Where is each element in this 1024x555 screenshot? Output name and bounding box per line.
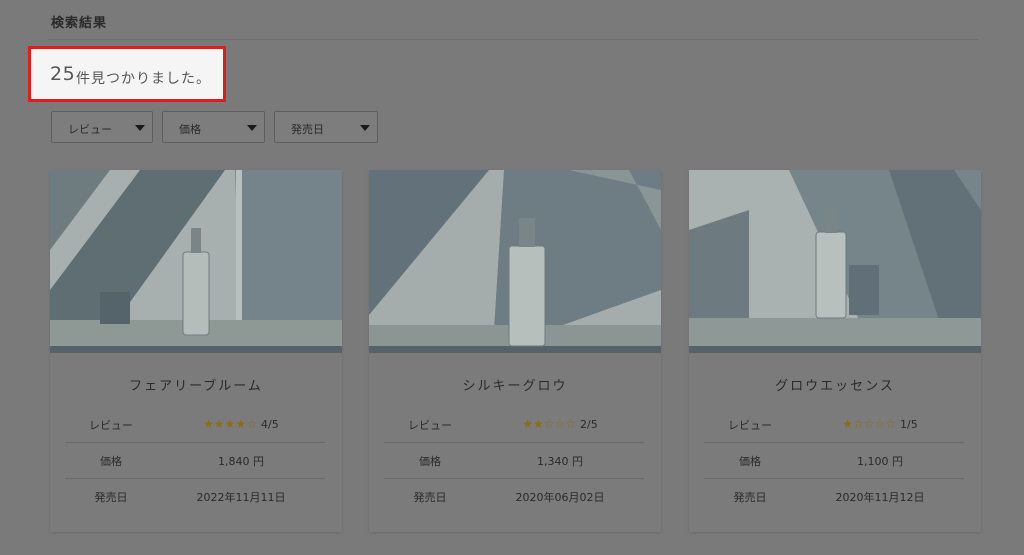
product-card[interactable]: グロウエッセンス レビュー ★☆☆☆☆ 1/5 価格 1,100 円 発売日 20…	[689, 170, 981, 532]
chevron-down-icon	[360, 125, 370, 131]
filter-review-dropdown[interactable]: レビュー	[51, 111, 153, 143]
spec-label: 価格	[100, 455, 122, 468]
filter-release-label: 発売日	[291, 123, 324, 136]
heading-divider	[48, 39, 978, 40]
result-count-box: 25 件見つかりました。	[28, 46, 226, 102]
star-rating-icon: ★★★★☆	[203, 417, 258, 431]
rating-text: 4/5	[261, 418, 279, 431]
spec-row-price: 価格 1,100 円	[704, 442, 964, 478]
price-value: 1,840 円	[218, 455, 264, 468]
product-image[interactable]	[689, 170, 981, 353]
chevron-down-icon	[135, 125, 145, 131]
spec-label: 発売日	[413, 491, 447, 504]
star-rating-icon: ★☆☆☆☆	[842, 417, 897, 431]
price-value: 1,100 円	[857, 455, 903, 468]
rating-value: ★☆☆☆☆ 1/5	[796, 417, 964, 431]
rating-value: ★★☆☆☆ 2/5	[476, 417, 644, 431]
chevron-down-icon	[247, 125, 257, 131]
result-count-text: 件見つかりました。	[76, 71, 211, 87]
spec-row-price: 価格 1,840 円	[65, 442, 325, 478]
rating-value: ★★★★☆ 4/5	[157, 417, 325, 431]
spec-label: 価格	[419, 455, 441, 468]
filter-review-label: レビュー	[68, 123, 112, 136]
product-image[interactable]	[50, 170, 342, 353]
spec-label: 発売日	[94, 491, 128, 504]
price-value: 1,340 円	[537, 455, 583, 468]
spec-row-review: レビュー ★★★★☆ 4/5	[65, 406, 325, 442]
star-rating-icon: ★★☆☆☆	[522, 417, 577, 431]
spec-label: 発売日	[733, 491, 767, 504]
filter-release-dropdown[interactable]: 発売日	[274, 111, 378, 143]
release-date-value: 2020年11月12日	[835, 491, 925, 504]
rating-text: 1/5	[900, 418, 918, 431]
filter-price-dropdown[interactable]: 価格	[162, 111, 265, 143]
product-title[interactable]: グロウエッセンス	[689, 375, 981, 394]
product-card[interactable]: フェアリーブルーム レビュー ★★★★☆ 4/5 価格 1,840 円 発売日 2…	[50, 170, 342, 532]
spec-label: レビュー	[408, 419, 452, 432]
release-date-value: 2020年06月02日	[515, 491, 605, 504]
result-count-number: 25	[50, 63, 76, 85]
product-image[interactable]	[369, 170, 661, 353]
spec-row-review: レビュー ★★☆☆☆ 2/5	[384, 406, 644, 442]
page-heading: 検索結果	[51, 16, 108, 31]
spec-row-price: 価格 1,340 円	[384, 442, 644, 478]
spec-row-release: 発売日 2022年11月11日	[65, 478, 325, 514]
spec-label: レビュー	[89, 419, 133, 432]
product-card[interactable]: シルキーグロウ レビュー ★★☆☆☆ 2/5 価格 1,340 円 発売日 202…	[369, 170, 661, 532]
rating-text: 2/5	[580, 418, 598, 431]
spec-label: 価格	[739, 455, 761, 468]
spec-row-release: 発売日 2020年11月12日	[704, 478, 964, 514]
product-title[interactable]: フェアリーブルーム	[50, 375, 342, 394]
spec-row-review: レビュー ★☆☆☆☆ 1/5	[704, 406, 964, 442]
product-title[interactable]: シルキーグロウ	[369, 375, 661, 394]
spec-label: レビュー	[728, 419, 772, 432]
release-date-value: 2022年11月11日	[196, 491, 286, 504]
spec-row-release: 発売日 2020年06月02日	[384, 478, 644, 514]
filter-price-label: 価格	[179, 123, 201, 136]
